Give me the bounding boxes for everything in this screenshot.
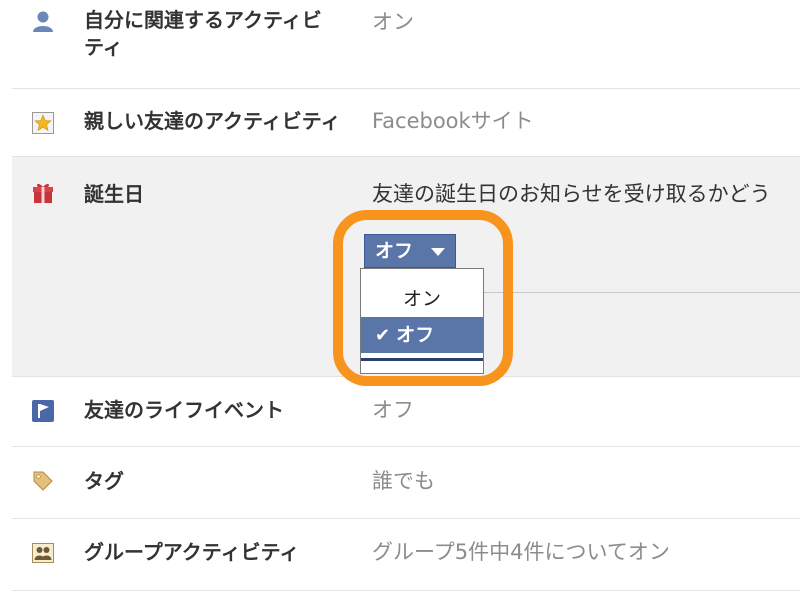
divider (484, 292, 800, 293)
setting-value[interactable]: 誰でも (372, 468, 435, 495)
setting-value[interactable]: グループ5件中4件についてオン (372, 539, 670, 566)
gift-icon (32, 182, 54, 204)
setting-value[interactable]: Facebookサイト (372, 108, 534, 135)
setting-row-friends-life-events[interactable]: 友達のライフイベント オフ (12, 376, 800, 447)
setting-row-activity-about-you[interactable]: 自分に関連するアクティビ ティ オン (12, 0, 800, 89)
setting-label: 自分に関連するアクティビ ティ (84, 8, 322, 59)
setting-value[interactable]: オフ (372, 397, 414, 424)
setting-value[interactable]: オン (372, 9, 414, 36)
tag-icon (32, 470, 54, 492)
setting-row-close-friends-activity[interactable]: 親しい友達のアクティビティ Facebookサイト (12, 88, 800, 157)
life-event-flag-icon (32, 400, 54, 422)
setting-label: タグ (84, 469, 124, 493)
setting-label: 親しい友達のアクティビティ (84, 109, 341, 133)
person-icon (32, 10, 54, 32)
setting-label: グループアクティビティ (84, 540, 300, 564)
setting-description: 友達の誕生日のお知らせを受け取るかどう (372, 182, 771, 206)
setting-label: 友達のライフイベント (84, 398, 284, 422)
setting-label: 誕生日 (84, 182, 144, 206)
setting-row-group-activity[interactable]: グループアクティビティ グループ5件中4件についてオン (12, 518, 800, 591)
group-icon (32, 542, 54, 564)
setting-row-tags[interactable]: タグ 誰でも (12, 446, 800, 519)
highlight-circle (333, 210, 513, 386)
star-icon (32, 112, 54, 134)
